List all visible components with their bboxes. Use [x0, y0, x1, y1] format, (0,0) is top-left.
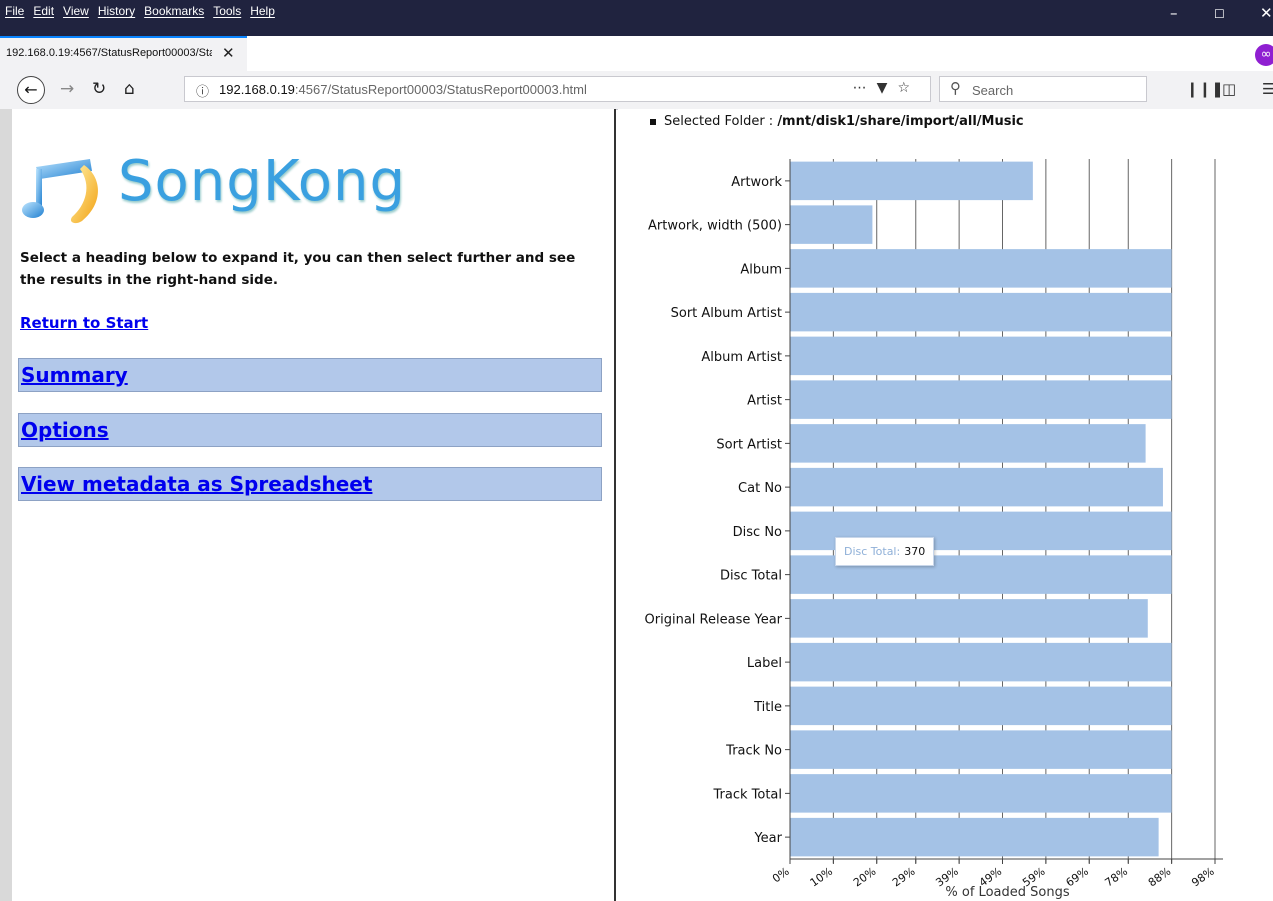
x-tick-label: 78% [1102, 865, 1129, 890]
y-tick-label: Disc Total [720, 569, 782, 584]
url-bar[interactable]: ⓘ 192.168.0.19:4567/StatusReport00003/St… [184, 76, 931, 102]
bar [790, 774, 1172, 813]
report-pane: Selected Folder : /mnt/disk1/share/impor… [618, 109, 1273, 901]
new-tab-icon[interactable]: + [256, 38, 273, 62]
pocket-icon[interactable]: ▼ [877, 80, 898, 96]
y-tick-label: Title [753, 700, 782, 715]
bar [790, 467, 1163, 507]
heading-options[interactable]: Options [18, 413, 602, 447]
forward-icon[interactable]: → [60, 79, 74, 99]
options-link[interactable]: Options [21, 418, 109, 442]
url-path: :4567/StatusReport00003/StatusReport0000… [294, 82, 587, 97]
url-text[interactable]: 192.168.0.19:4567/StatusReport00003/Stat… [219, 82, 587, 97]
page-actions-icon[interactable]: ⋯ [853, 80, 877, 96]
heading-summary[interactable]: Summary [18, 358, 602, 392]
bar [790, 599, 1148, 638]
y-tick-label: Album [740, 262, 782, 277]
y-tick-label: Artwork [731, 175, 782, 190]
y-tick-label: Original Release Year [645, 612, 783, 627]
x-tick-label: 0% [770, 865, 792, 886]
y-tick-label: Label [747, 656, 782, 671]
tab-close-icon[interactable]: ✕ [222, 44, 235, 62]
url-host: 192.168.0.19 [219, 82, 295, 97]
sidebar-icon[interactable]: ◫ [1222, 80, 1236, 98]
music-note-icon [22, 159, 98, 224]
menu-help[interactable]: Help [250, 4, 275, 18]
bar [790, 161, 1033, 201]
y-tick-label: Track Total [712, 787, 782, 802]
x-tick-label: 10% [808, 865, 835, 890]
maximize-icon[interactable]: ☐ [1214, 7, 1225, 21]
bar [790, 730, 1172, 769]
bar [790, 642, 1172, 682]
tooltip-key: Disc Total: [844, 545, 901, 558]
chart-tooltip: Disc Total: 370 [835, 537, 935, 566]
minimize-icon[interactable]: – [1170, 4, 1178, 22]
navigation-pane: SongKong Select a heading below to expan… [0, 109, 616, 901]
songkong-logo: SongKong [20, 149, 440, 225]
y-tick-label: Year [753, 831, 782, 846]
y-tick-label: Cat No [738, 481, 782, 496]
y-tick-label: Artist [747, 394, 782, 409]
search-input[interactable] [970, 80, 1144, 100]
private-browsing-icon: ∞ [1255, 44, 1273, 66]
logo-text: SongKong [118, 149, 407, 214]
bookmark-star-icon[interactable]: ☆ [897, 80, 920, 96]
bar [790, 292, 1172, 332]
hamburger-menu-icon[interactable]: ☰ [1262, 80, 1273, 98]
heading-spreadsheet[interactable]: View metadata as Spreadsheet [18, 467, 602, 501]
y-tick-label: Artwork, width (500) [648, 219, 782, 234]
bar [790, 205, 873, 244]
menu-tools[interactable]: Tools [213, 4, 241, 18]
x-axis-label: % of Loaded Songs [945, 885, 1069, 900]
y-tick-label: Sort Album Artist [671, 306, 782, 321]
library-icon[interactable]: ❙❙❚ [1186, 80, 1224, 98]
metadata-bar-chart: Artwork Artwork, width (500) Album Sort Alb… [645, 159, 1223, 900]
close-icon[interactable]: ✕ [1260, 4, 1273, 22]
bar [790, 817, 1159, 857]
y-tick-label: Disc No [733, 525, 782, 540]
back-icon[interactable]: ← [17, 76, 45, 104]
intro-text: Select a heading below to expand it, you… [20, 250, 576, 288]
menu-bookmarks[interactable]: Bookmarks [144, 4, 204, 18]
spreadsheet-link[interactable]: View metadata as Spreadsheet [21, 472, 372, 496]
menu-history[interactable]: History [98, 4, 135, 18]
search-bar[interactable]: ⚲ [939, 76, 1147, 102]
bar [790, 249, 1172, 288]
menu-items: File Edit View History Bookmarks Tools H… [5, 4, 284, 18]
bar [790, 686, 1172, 726]
x-tick-label: 88% [1146, 865, 1173, 890]
x-tick-label: 20% [851, 865, 878, 890]
y-tick-label: Sort Artist [716, 437, 782, 452]
x-tick-label: 98% [1189, 865, 1216, 890]
home-icon[interactable]: ⌂ [124, 79, 135, 99]
tab-title: 192.168.0.19:4567/StatusReport00003/Stat… [6, 47, 212, 59]
left-edge-strip [0, 109, 12, 901]
info-icon[interactable]: ⓘ [196, 81, 209, 100]
bar [790, 424, 1146, 463]
menu-edit[interactable]: Edit [33, 4, 54, 18]
menu-file[interactable]: File [5, 4, 24, 18]
menu-bar: File Edit View History Bookmarks Tools H… [0, 0, 1273, 36]
x-tick-label: 29% [890, 865, 917, 890]
nav-bar: ← → ↻ ⌂ ⓘ 192.168.0.19:4567/StatusReport… [0, 71, 1273, 110]
summary-link[interactable]: Summary [21, 363, 128, 387]
bar [790, 380, 1172, 419]
search-icon: ⚲ [950, 79, 961, 97]
tab-active[interactable]: 192.168.0.19:4567/StatusReport00003/Stat… [0, 36, 247, 71]
bar [790, 336, 1172, 376]
reload-icon[interactable]: ↻ [92, 79, 106, 99]
y-tick-label: Album Artist [701, 350, 782, 365]
y-tick-label: Track No [725, 744, 782, 759]
menu-view[interactable]: View [63, 4, 89, 18]
tooltip-value: 370 [904, 545, 926, 558]
return-to-start-link[interactable]: Return to Start [20, 314, 148, 332]
page-actions: ⋯▼☆ [853, 80, 920, 96]
